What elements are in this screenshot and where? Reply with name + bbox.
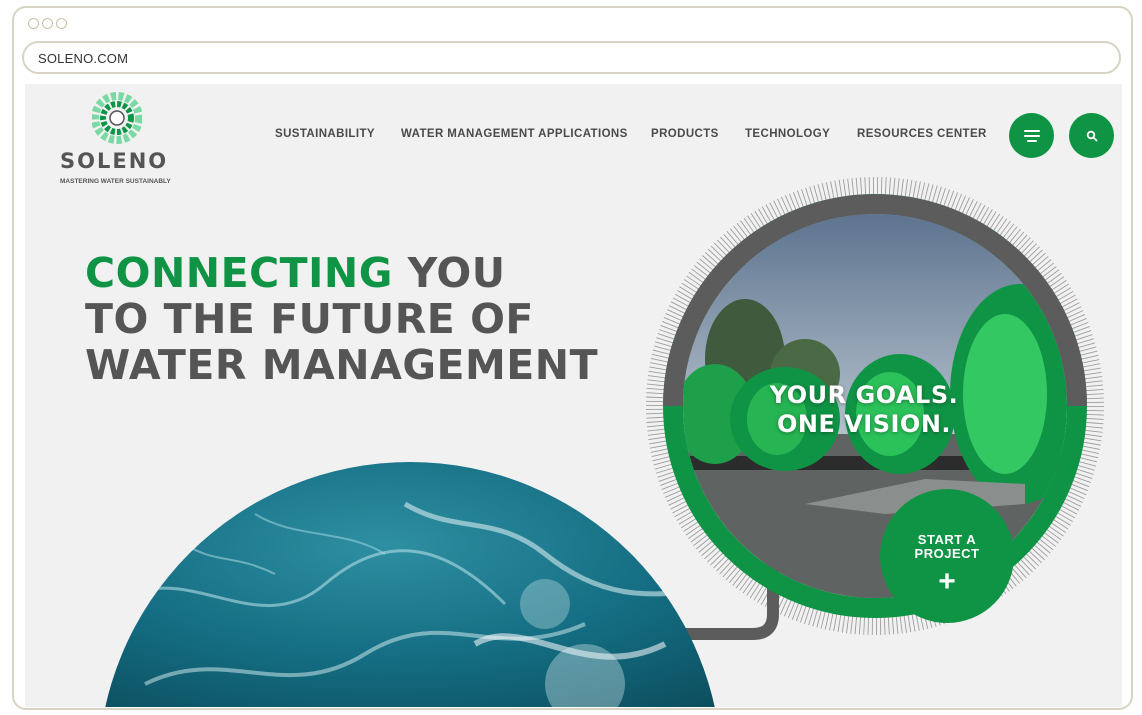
window-controls	[28, 18, 67, 29]
window-minimize-dot[interactable]	[42, 18, 53, 29]
window-close-dot[interactable]	[28, 18, 39, 29]
circle-tagline: YOUR GOALS. ONE VISION.	[744, 381, 984, 439]
address-bar-url[interactable]: SOLENO.COM	[38, 51, 128, 66]
start-project-label-line-2: PROJECT	[914, 546, 980, 561]
page-viewport: SOLENO MASTERING WATER SUSTAINABLY SUSTA…	[25, 84, 1122, 707]
start-project-label-line-1: START A	[917, 532, 977, 547]
start-project-label: START A PROJECT	[880, 533, 1014, 561]
circle-tagline-line-1: YOUR GOALS.	[769, 381, 959, 409]
start-project-button[interactable]: START A PROJECT +	[880, 489, 1014, 623]
window-maximize-dot[interactable]	[56, 18, 67, 29]
water-globe	[98, 462, 722, 707]
plus-icon: +	[938, 565, 956, 598]
address-bar[interactable]: SOLENO.COM	[22, 41, 1121, 74]
circle-tagline-line-2: ONE VISION.	[776, 410, 952, 438]
